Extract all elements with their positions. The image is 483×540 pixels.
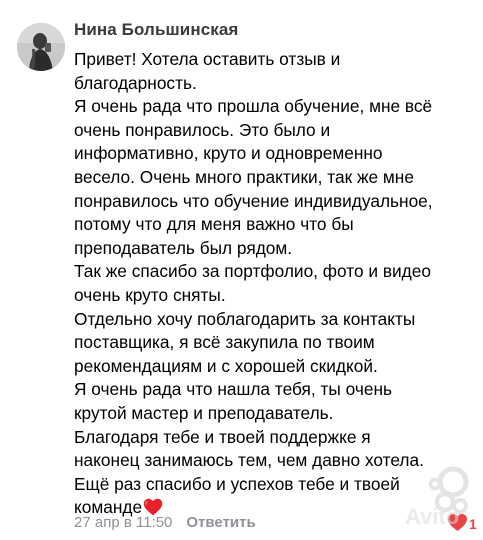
comment-line: информативно, круто и одновременно — [74, 143, 383, 164]
comment-line: благодарность. — [74, 72, 197, 93]
comment: Нина Большинская Привет! Хотела оставить… — [0, 0, 483, 540]
comment-line: понравилось что обучение индивидуальное, — [74, 190, 433, 211]
comment-line: Отдельно хочу поблагодарить за контакты — [74, 308, 416, 329]
comment-line: преподаватель был рядом. — [74, 237, 293, 258]
comment-line: поставщика, я всё закупила по твоим — [74, 332, 375, 353]
comment-line: рекомендациям и с хорошей скидкой. — [74, 355, 378, 376]
comment-line: наконец занимаюсь тем, чем давно хотела. — [74, 450, 424, 471]
reply-button[interactable]: Ответить — [186, 514, 255, 531]
timestamp[interactable]: 27 апр в 11:50 — [74, 514, 172, 531]
like-count: 1 — [469, 516, 477, 532]
avatar[interactable] — [17, 23, 65, 71]
comment-line: очень понравилось. Это было и — [74, 119, 331, 140]
heart-icon — [448, 514, 467, 531]
author-name[interactable]: Нина Большинская — [74, 20, 238, 40]
like-button[interactable]: 1 — [447, 513, 477, 533]
comment-line: Благодаря тебе и твоей поддержке я — [74, 426, 371, 447]
comment-line: потому что для меня важно что бы — [74, 214, 354, 235]
comment-line: Привет! Хотела оставить отзыв и — [74, 49, 341, 69]
comment-line: Я очень рада что нашла тебя, ты очень — [74, 379, 392, 400]
comment-text: Привет! Хотела оставить отзыв и благодар… — [74, 48, 479, 520]
comment-line: Я очень рада что прошла обучение, мне вс… — [74, 96, 433, 117]
comment-line: Ещё раз спасибо и успехов тебе и твоей — [74, 473, 400, 494]
comment-line: очень круто сняты. — [74, 284, 226, 305]
comment-line: весело. Очень много практики, так же мне — [74, 166, 414, 187]
comment-line: Так же спасибо за портфолио, фото и виде… — [74, 261, 431, 282]
avatar-photo — [17, 23, 65, 71]
comment-line: крутой мастер и преподаватель. — [74, 402, 334, 423]
comment-meta: 27 апр в 11:50 Ответить — [74, 514, 256, 531]
